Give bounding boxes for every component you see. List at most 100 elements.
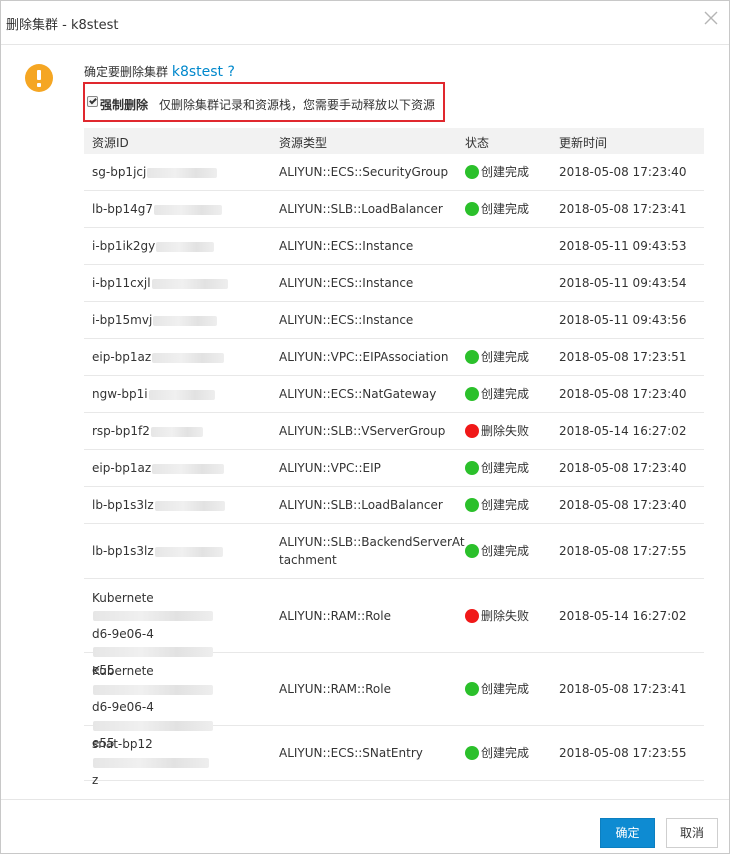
resource-type-text: tachment [279,553,337,567]
table-row: lb-bp14g7 ALIYUN::SLB::LoadBalancer 创建完成 20… [84,191,704,228]
force-delete-description: 仅删除集群记录和资源栈，您需要手动释放以下资源 [159,98,436,112]
resource-id-text: i-bp1ik2gy [92,239,156,253]
table-row: rsp-bp1f2 ALIYUN::SLB::VServerGroup 删除失败 20… [84,413,704,450]
table-row: lb-bp1s3lz ALIYUN::SLB::LoadBalancer 创建完成 2… [84,487,704,524]
confirm-button[interactable]: 确定 [600,818,655,848]
failure-dot-icon [465,424,479,438]
confirm-question: 确定要删除集群 k8stest ? [84,63,235,80]
update-time-cell: 2018-05-08 17:23:41 [559,202,687,216]
resource-type-cell: ALIYUN::ECS::NatGateway [279,385,459,403]
resource-id-line: eip-bp1az [92,348,267,366]
cluster-name: k8stest ? [171,64,235,80]
resource-type-cell: ALIYUN::SLB::VServerGroup [279,422,459,440]
resource-type-cell: ALIYUN::ECS::Instance [279,311,459,329]
resource-type-cell: ALIYUN::ECS::Instance [279,274,459,292]
success-dot-icon [465,682,479,696]
resource-type-text: ALIYUN::ECS::Instance [279,313,414,327]
resource-id-line: lb-bp14g7 [92,200,267,218]
redacted-mask [150,426,203,437]
resource-type-cell: ALIYUN::ECS::SNatEntry [279,744,459,762]
column-header-time: 更新时间 [559,136,608,150]
resource-type-text: ALIYUN::ECS::SNatEntry [279,746,423,760]
warning-icon [25,64,53,92]
update-time-cell: 2018-05-08 17:27:55 [559,544,687,558]
redacted-mask [156,241,215,252]
success-dot-icon [465,498,479,512]
success-dot-icon [465,202,479,216]
update-time-cell: 2018-05-08 17:23:41 [559,682,687,696]
resource-id-line: ngw-bp1i [92,385,267,403]
update-time-cell: 2018-05-08 17:23:51 [559,350,687,364]
checkmark-icon [89,96,97,105]
resource-id-text: i-bp11cxjl [92,276,151,290]
success-dot-icon [465,387,479,401]
table-row: eip-bp1az ALIYUN::VPC::EIP 创建完成 2018-05-08 … [84,450,704,487]
force-delete-option: 强制删除 仅删除集群记录和资源栈，您需要手动释放以下资源 [83,82,445,122]
update-time-cell: 2018-05-08 17:23:40 [559,461,687,475]
status-text: 创建完成 [481,746,530,760]
status-text: 创建完成 [481,165,530,179]
table-row: eip-bp1az ALIYUN::VPC::EIPAssociation 创建完成… [84,339,704,376]
resource-id-text: i-bp15mvj [92,313,153,327]
resource-id-line: sg-bp1jcj [92,163,267,181]
update-time-cell: 2018-05-11 09:43:56 [559,313,687,327]
update-time-cell: 2018-05-08 17:23:55 [559,746,687,760]
resource-id-line: i-bp1ik2gy [92,237,267,255]
resource-id-text: lb-bp1s3lz [92,498,154,512]
table-row: lb-bp1s3lz ALIYUN::SLB::BackendServerAt ta… [84,524,704,579]
redacted-mask [154,500,225,511]
status-text: 创建完成 [481,544,530,558]
update-time-cell: 2018-05-08 17:23:40 [559,498,687,512]
status-cell: 创建完成 [465,459,555,477]
table-row: i-bp1ik2gy ALIYUN::ECS::Instance 2018-05-1… [84,228,704,265]
column-header-id: 资源ID [92,136,129,150]
success-dot-icon [465,544,479,558]
success-dot-icon [465,461,479,475]
resource-type-text: ALIYUN::SLB::LoadBalancer [279,202,443,216]
table-row: i-bp11cxjl ALIYUN::ECS::Instance 2018-05-1… [84,265,704,302]
update-time-cell: 2018-05-11 09:43:53 [559,239,687,253]
resource-type-cell: ALIYUN::ECS::SecurityGroup [279,163,459,181]
resource-id-cell: lb-bp1s3lz [92,496,267,514]
resource-type-text: ALIYUN::ECS::SecurityGroup [279,165,449,179]
resource-type-text: ALIYUN::ECS::NatGateway [279,387,437,401]
resource-id-text: sg-bp1jcj [92,165,147,179]
resource-type-text: ALIYUN::RAM::Role [279,608,391,623]
resource-id-cell: rsp-bp1f2 [92,422,267,440]
status-cell: 创建完成 [465,542,555,560]
redacted-mask [93,757,209,768]
resource-id-cell: snat-bp12 z [92,735,267,789]
status-text: 创建完成 [481,387,530,401]
force-delete-label[interactable]: 强制删除 [100,96,148,113]
failure-dot-icon [465,608,479,623]
dialog-header: 删除集群 - k8stest [1,1,729,45]
resource-id-text: Kubernete [92,664,154,678]
cancel-button[interactable]: 取消 [666,818,718,848]
table-row: snat-bp12z ALIYUN::ECS::SNatEntry 创建完成 2018… [84,726,704,787]
close-icon[interactable] [703,10,719,26]
resource-type-cell: ALIYUN::RAM::Role [279,607,459,625]
resource-id-text: eip-bp1az [92,461,152,475]
resource-id-cell: ngw-bp1i [92,385,267,403]
status-cell: 删除失败 [465,607,555,625]
resource-type-cell: ALIYUN::ECS::Instance [279,237,459,255]
resource-table: 资源ID 资源类型 状态 更新时间 sg-bp1jcjALIYUN::ECS::… [84,128,704,787]
resource-id-line: Kubernete [92,589,267,625]
resource-type-cell: ALIYUN::SLB::LoadBalancer [279,200,459,218]
redacted-mask [151,278,228,289]
resource-type-cell: ALIYUN::VPC::EIP [279,459,459,477]
dialog-footer: 确定 取消 [1,799,729,854]
table-header: 资源ID 资源类型 状态 更新时间 [84,128,704,154]
table-row: i-bp15mvj ALIYUN::ECS::Instance 2018-05-11… [84,302,704,339]
resource-id-line: snat-bp12 [92,735,267,771]
status-cell: 创建完成 [465,496,555,514]
resource-id-line: z [92,771,267,789]
success-dot-icon [465,165,479,179]
resource-id-cell: i-bp15mvj [92,311,267,329]
redacted-mask [154,546,223,557]
status-cell: 创建完成 [465,348,555,366]
status-text: 创建完成 [481,350,530,364]
force-delete-checkbox[interactable] [87,96,98,107]
status-text: 创建完成 [481,202,530,216]
resource-id-text: z [92,773,99,787]
